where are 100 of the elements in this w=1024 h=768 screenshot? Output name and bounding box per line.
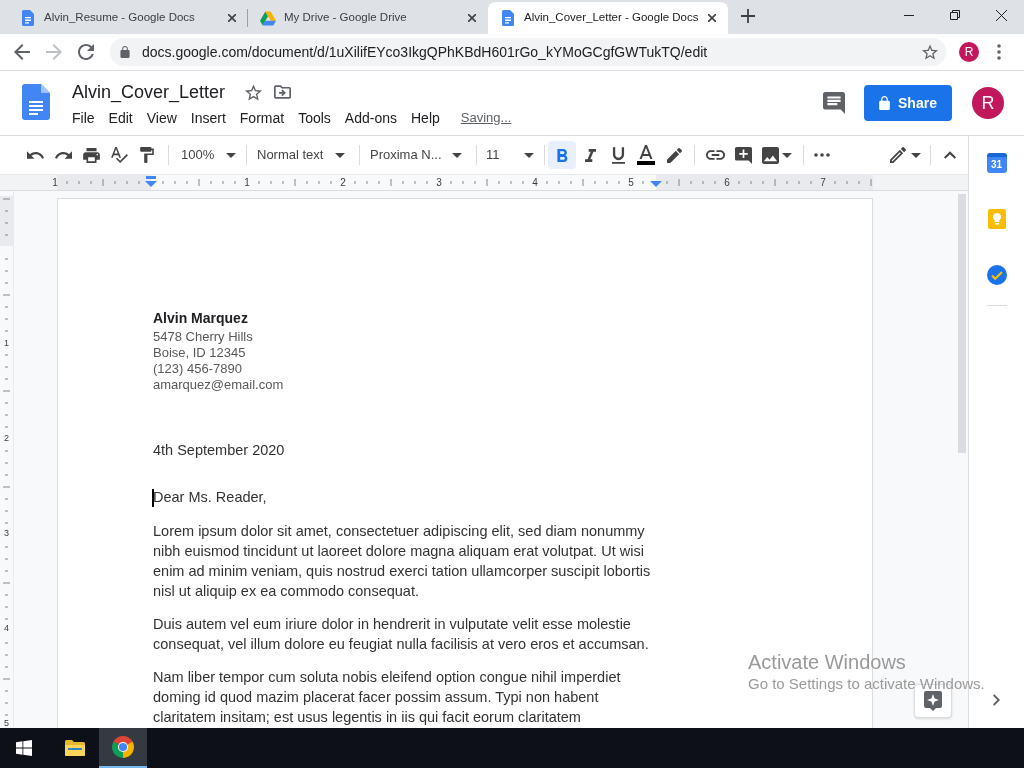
browser-icon: [112, 736, 134, 758]
ruler-number: 5: [628, 176, 634, 189]
folder-arrow-icon: [273, 85, 291, 99]
menu-item[interactable]: Help: [404, 106, 447, 130]
plus-icon: [741, 9, 755, 23]
ruler-number: 6: [724, 176, 730, 189]
ruler-number: 5: [4, 717, 9, 728]
font-size-dropdown[interactable]: 11: [483, 141, 541, 169]
triangle-logo-icon: [260, 10, 276, 26]
ruler-number: 4: [532, 176, 538, 189]
ruler-number: 2: [340, 176, 346, 189]
calendar-icon[interactable]: 31: [986, 153, 1007, 173]
underline-icon: [611, 146, 625, 164]
sparkle-icon: [924, 691, 942, 711]
salutation: Dear Ms. Reader,: [153, 488, 267, 507]
arrow-right-icon: [46, 44, 62, 60]
chevron-right-icon: [993, 694, 1000, 706]
caret-down-icon: [911, 152, 921, 158]
url-text: docs.google.com/document/d/1uXilifEYco3IkgQPhKBdH601rGo_kYMoGCgfGWTukTQ/edit: [142, 42, 708, 62]
paint-roller-icon: [140, 147, 154, 163]
check-circle-icon[interactable]: [986, 265, 1007, 285]
printer-icon: [82, 147, 100, 163]
zoom-dropdown[interactable]: 100%: [176, 141, 240, 169]
menu-item[interactable]: Format: [232, 106, 292, 130]
ruler-number: 1: [4, 337, 9, 348]
pencil-icon: [666, 147, 682, 163]
share-button[interactable]: Share: [864, 85, 952, 121]
caret-down-icon: [782, 152, 792, 158]
font-dropdown[interactable]: Proxima N...: [366, 141, 470, 169]
spellcheck-icon: [110, 147, 128, 163]
letter-date: 4th September 2020: [153, 441, 285, 460]
add-comment-icon: [734, 146, 752, 164]
menu-item[interactable]: Insert: [183, 106, 233, 130]
indent-marker-icon[interactable]: [145, 176, 157, 187]
pencil-icon: [890, 147, 906, 163]
chevron-up-icon: [944, 151, 956, 159]
bold-icon: [556, 148, 568, 162]
bold-button[interactable]: [548, 141, 576, 169]
body-paragraph: Lorem ipsum dolor sit amet, consectetuer adipiscing elit, sed diam nonummy nibh euismod tincidunt ut laoreet dolore magna aliquam erat volutpat. Ut wisi enim ad minim veniam, quis nostrud exerci tation ullamcorper suscipit lobortis nisl ut aliquip ex ea commodo consequat.: [153, 522, 652, 601]
ruler-number: 3: [4, 527, 9, 538]
browser-tab[interactable]: My Drive - Google Drive: [248, 2, 488, 34]
ruler-number: 1: [52, 176, 58, 189]
caret-down-icon: [226, 152, 236, 158]
sender-detail: amarquez@email.com: [153, 377, 284, 393]
text-color-icon: [637, 145, 655, 165]
ruler-number: 1: [244, 176, 250, 189]
more-horizontal-icon: [814, 153, 830, 157]
body-paragraph: Nam liber tempor cum soluta nobis eleifend option congue nihil imperdiet doming id quod mazim placerat facer possim assum. Typi non habent claritatem insitam; est usus legentis in iis qui facit eorum claritatem: [153, 668, 622, 727]
sender-name: Alvin Marquez: [153, 309, 248, 328]
windows-logo-icon: [16, 740, 32, 756]
sender-detail: 5478 Cherry Hills: [153, 329, 253, 345]
lock-icon: [879, 96, 891, 110]
menu-item[interactable]: Tools: [291, 106, 338, 130]
link-icon: [705, 150, 725, 160]
menu-item[interactable]: File: [65, 106, 102, 130]
document-title[interactable]: Alvin_Cover_Letter: [72, 79, 226, 105]
folder-icon: [65, 740, 85, 756]
activation-title: Activate Windows: [748, 650, 906, 674]
more-vertical-icon: [997, 44, 1001, 60]
menu-item[interactable]: Edit: [101, 106, 140, 130]
redo-icon: [54, 151, 72, 159]
caret-down-icon: [335, 152, 345, 158]
comment-icon: [823, 92, 845, 114]
arrow-left-icon: [14, 44, 30, 60]
ruler-number: 4: [4, 622, 9, 633]
close-icon: [468, 14, 476, 22]
star-icon: [244, 83, 262, 101]
ruler-number: 3: [436, 176, 442, 189]
save-status[interactable]: Saving...: [460, 109, 512, 127]
minimize-icon: [904, 14, 914, 16]
document-icon: [502, 10, 514, 26]
body-paragraph: Duis autem vel eum iriure dolor in hendrerit in vulputate velit esse molestie consequat, vel illum dolore eu feugiat nulla facilisis at vero eros et accumsan.: [153, 615, 650, 654]
menu-item[interactable]: Add-ons: [337, 106, 404, 130]
profile-avatar[interactable]: R: [959, 42, 979, 62]
address-bar[interactable]: docs.google.com/document/d/1uXilifEYco3IkgQPhKBdH601rGo_kYMoGCgfGWTukTQ/edit: [110, 38, 946, 66]
browser-taskbar-button[interactable]: [99, 728, 147, 768]
style-dropdown[interactable]: Normal text: [253, 141, 353, 169]
caret-down-icon: [452, 152, 462, 158]
close-icon: [708, 14, 716, 22]
menu-item[interactable]: View: [139, 106, 184, 130]
document-icon: [22, 10, 34, 26]
ruler-number: 2: [4, 432, 9, 443]
sender-detail: (123) 456-7890: [153, 361, 242, 377]
sender-detail: Boise, ID 12345: [153, 345, 246, 361]
close-icon: [228, 14, 236, 22]
scrollbar-thumb[interactable]: [957, 194, 966, 453]
undo-icon: [26, 151, 44, 159]
browser-tab[interactable]: Alvin_Resume - Google Docs: [8, 2, 248, 34]
image-icon: [762, 146, 779, 164]
ruler-number: 7: [820, 176, 826, 189]
reload-icon: [78, 44, 94, 60]
activation-message: Go to Settings to activate Windows.: [748, 674, 985, 694]
text-cursor: [152, 489, 154, 507]
lock-icon: [120, 46, 130, 58]
italic-icon: [584, 148, 596, 162]
indent-marker-icon[interactable]: [650, 181, 662, 187]
browser-tab[interactable]: Alvin_Cover_Letter - Google Docs: [488, 2, 728, 34]
account-avatar[interactable]: R: [972, 87, 1004, 119]
star-icon[interactable]: [922, 44, 938, 60]
document-icon[interactable]: [22, 84, 50, 120]
